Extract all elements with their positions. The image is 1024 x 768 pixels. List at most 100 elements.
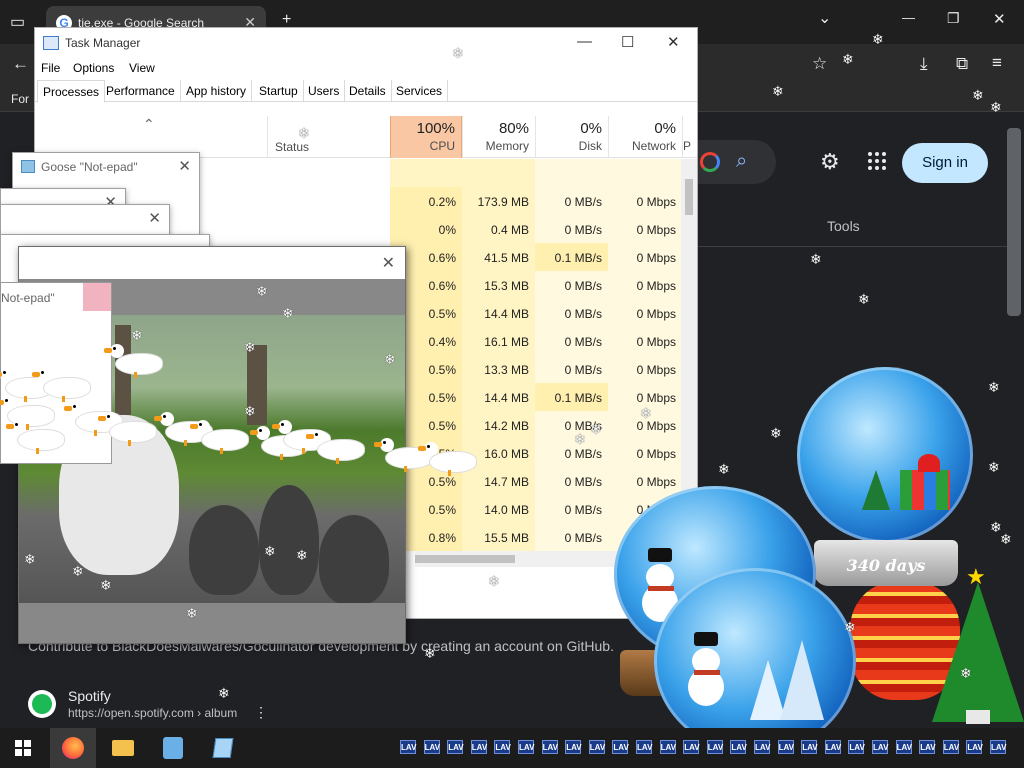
lav-filter-icon[interactable]: LAV — [541, 740, 558, 754]
lav-filter-icon[interactable]: LAV — [706, 740, 723, 754]
lav-filter-icon[interactable]: LAV — [423, 740, 440, 754]
goose-sprite[interactable] — [418, 442, 476, 476]
page-scrollbar[interactable] — [1007, 128, 1021, 316]
notepad-icon — [212, 738, 234, 758]
download-icon[interactable]: ⤓ — [920, 54, 928, 74]
maximize-button[interactable]: ☐ — [621, 33, 634, 51]
menu-options[interactable]: Options — [73, 61, 114, 75]
lav-filter-icon[interactable]: LAV — [400, 740, 416, 754]
goose-sprite[interactable] — [32, 368, 90, 402]
tab-details[interactable]: Details — [344, 80, 392, 102]
bookmark-item[interactable]: For — [11, 92, 29, 106]
lav-filter-icon[interactable]: LAV — [659, 740, 676, 754]
tab-users[interactable]: Users — [303, 80, 346, 102]
lav-filter-icon[interactable]: LAV — [942, 740, 959, 754]
sign-in-button[interactable]: Sign in — [902, 143, 988, 183]
snowglobe-large — [797, 367, 973, 543]
lav-filter-icon[interactable]: LAV — [683, 740, 700, 754]
search-box-end[interactable]: ⌕ — [688, 140, 776, 184]
lav-filter-icon[interactable]: LAV — [872, 740, 888, 754]
tab-processes[interactable]: Processes — [37, 80, 106, 103]
close-browser-button[interactable]: ✕ — [993, 10, 1006, 28]
lav-filter-icon[interactable]: LAV — [612, 740, 629, 754]
minimize-button[interactable]: — — [577, 33, 592, 50]
bookmark-star-icon[interactable]: ☆ — [812, 54, 827, 74]
goose-body — [318, 440, 364, 460]
close-icon[interactable]: ✕ — [148, 209, 161, 227]
settings-gear-icon[interactable]: ⚙ — [820, 149, 840, 175]
goose-sprite[interactable] — [104, 344, 162, 378]
close-button-hover[interactable] — [83, 283, 111, 311]
menu-icon[interactable]: ≡ — [992, 53, 1002, 73]
close-icon[interactable]: ✕ — [178, 157, 191, 175]
google-apps-icon[interactable] — [868, 152, 888, 172]
search-icon[interactable]: ⌕ — [736, 150, 747, 173]
goose-sprite[interactable] — [306, 430, 364, 464]
lav-filter-icon[interactable]: LAV — [494, 740, 511, 754]
close-icon[interactable]: ✕ — [382, 253, 395, 273]
lav-filter-icon[interactable]: LAV — [824, 740, 841, 754]
task-manager-titlebar[interactable]: Task Manager — ☐ ✕ — [35, 28, 697, 58]
lav-filter-icon[interactable]: LAV — [801, 740, 818, 754]
column-power[interactable]: . P — [682, 116, 697, 158]
tools-tab[interactable]: Tools — [827, 218, 860, 234]
tab-list-icon[interactable]: ⌄ — [818, 8, 831, 28]
lav-filter-icon[interactable]: LAV — [447, 740, 464, 754]
column-status[interactable]: Status — [275, 140, 309, 154]
scrollbar-thumb[interactable] — [685, 179, 693, 215]
video-titlebar[interactable]: ✕ — [19, 247, 405, 279]
lav-filter-icon[interactable]: LAV — [895, 740, 912, 754]
column-network[interactable]: 0% Network — [608, 116, 682, 158]
lav-filter-icon[interactable]: LAV — [990, 740, 1006, 754]
lav-filter-icon[interactable]: LAV — [777, 740, 794, 754]
lav-filter-icon[interactable]: LAV — [565, 740, 582, 754]
goose-sprite[interactable] — [190, 420, 248, 454]
lav-filter-icon[interactable]: LAV — [470, 740, 487, 754]
snowflake-icon: ❄ — [218, 685, 230, 701]
goose-sprite[interactable] — [98, 412, 156, 446]
taskbar-goose[interactable] — [150, 728, 196, 768]
more-options-icon[interactable]: ⋮ — [254, 704, 268, 721]
taskbar-file-explorer[interactable] — [100, 728, 146, 768]
lav-filter-icon[interactable]: LAV — [966, 740, 983, 754]
goose-eye — [73, 405, 76, 408]
menu-file[interactable]: File — [41, 61, 60, 75]
column-cpu[interactable]: 100% CPU — [390, 116, 462, 158]
maximize-browser-button[interactable]: ❐ — [947, 10, 960, 27]
goose-leg — [302, 448, 305, 454]
start-button[interactable] — [0, 728, 46, 768]
spotify-result-title[interactable]: Spotify — [68, 688, 111, 704]
close-button[interactable]: ✕ — [667, 33, 680, 51]
goose-leg — [404, 466, 407, 472]
goose-eye — [163, 415, 166, 418]
column-disk[interactable]: 0% Disk — [535, 116, 608, 158]
lav-filter-icon[interactable]: LAV — [848, 740, 865, 754]
lav-filter-icon[interactable]: LAV — [754, 740, 770, 754]
spotify-result-url[interactable]: https://open.spotify.com › album — [68, 706, 237, 720]
scrollbar-thumb[interactable] — [415, 555, 515, 563]
taskbar-notepad[interactable] — [200, 728, 246, 768]
google-lens-icon[interactable] — [700, 152, 720, 172]
lav-filter-icon[interactable]: LAV — [518, 740, 534, 754]
taskbar-firefox[interactable] — [50, 728, 96, 768]
goose-head — [278, 420, 292, 434]
column-memory[interactable]: 80% Memory — [462, 116, 535, 158]
lav-filter-icon[interactable]: LAV — [636, 740, 652, 754]
collapse-chevron-icon[interactable]: ⌃ — [143, 116, 155, 133]
goose-head — [12, 420, 26, 434]
notepad-title: Goose "Not-epad" — [41, 160, 138, 174]
back-arrow-icon[interactable]: ← — [12, 54, 29, 74]
lav-filter-icon[interactable]: LAV — [919, 740, 936, 754]
lav-filter-icon[interactable]: LAV — [730, 740, 747, 754]
minimize-browser-button[interactable]: — — [902, 10, 915, 25]
tab-app-history[interactable]: App history — [181, 80, 253, 102]
tab-services[interactable]: Services — [391, 80, 449, 102]
tab-performance[interactable]: Performance — [101, 80, 181, 102]
tab-startup[interactable]: Startup — [254, 80, 304, 102]
goose-leg — [134, 372, 137, 378]
menu-view[interactable]: View — [129, 61, 155, 75]
extensions-icon[interactable]: ⧉ — [956, 54, 968, 74]
goose-sprite[interactable] — [6, 420, 64, 454]
lav-filter-icon[interactable]: LAV — [588, 740, 605, 754]
tab-search-icon[interactable]: ▭ — [10, 12, 25, 32]
